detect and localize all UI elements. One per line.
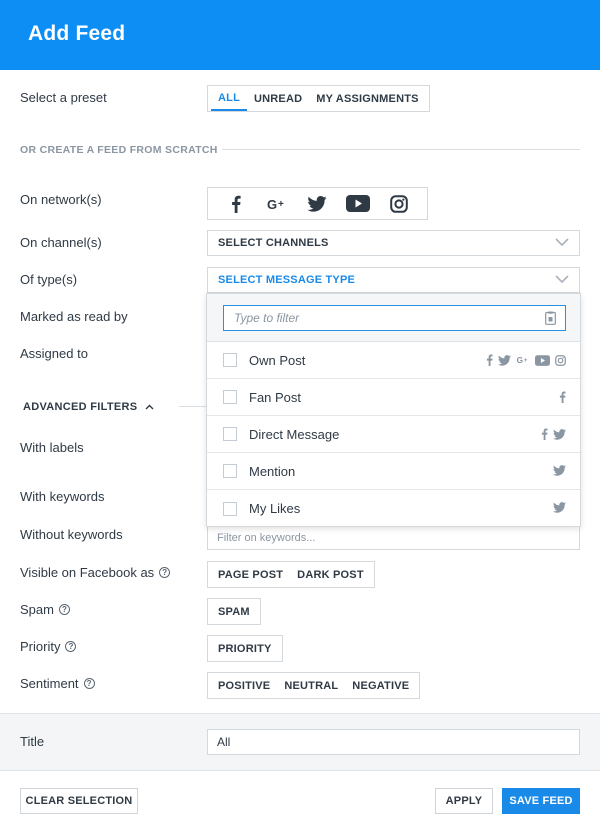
dropdown-item-direct-message[interactable]: Direct Message bbox=[207, 416, 580, 453]
checkbox[interactable] bbox=[223, 353, 237, 367]
network-label: On network(s) bbox=[20, 192, 102, 207]
option-negative[interactable]: NEGATIVE bbox=[345, 673, 416, 698]
without-keywords-label: Without keywords bbox=[20, 527, 123, 542]
dropdown-item-fan-post[interactable]: Fan Post bbox=[207, 379, 580, 416]
facebook-icon bbox=[559, 391, 566, 403]
channel-select-value: SELECT CHANNELS bbox=[218, 237, 329, 249]
title-input[interactable]: All bbox=[207, 729, 580, 755]
svg-text:+: + bbox=[278, 199, 284, 210]
facebook-icon bbox=[486, 354, 493, 366]
svg-text:G: G bbox=[267, 197, 277, 211]
network-icons bbox=[553, 465, 566, 476]
sentiment-segmented: POSITIVE NEUTRAL NEGATIVE bbox=[207, 672, 421, 699]
help-icon[interactable]: ? bbox=[159, 567, 171, 578]
youtube-icon[interactable] bbox=[346, 194, 371, 214]
advanced-divider bbox=[179, 406, 209, 407]
advanced-filters-toggle[interactable]: ADVANCED FILTERS bbox=[23, 401, 154, 413]
svg-text:+: + bbox=[524, 357, 528, 364]
type-select[interactable]: SELECT MESSAGE TYPE bbox=[207, 267, 580, 293]
chevron-down-icon bbox=[555, 238, 569, 250]
network-icons bbox=[541, 428, 566, 440]
preset-option-my-assignments[interactable]: MY ASSIGNMENTS bbox=[309, 86, 425, 111]
chevron-up-icon bbox=[145, 404, 154, 410]
network-selector: G + bbox=[207, 187, 428, 220]
scratch-heading: OR CREATE A FEED FROM SCRATCH bbox=[20, 144, 218, 156]
twitter-icon bbox=[553, 428, 566, 440]
instagram-icon[interactable] bbox=[387, 194, 411, 214]
google-plus-icon[interactable]: G + bbox=[265, 194, 289, 214]
clipboard-icon bbox=[545, 311, 556, 330]
google-plus-icon: G + bbox=[517, 356, 528, 365]
priority-label: Priority? bbox=[20, 639, 77, 654]
channel-select[interactable]: SELECT CHANNELS bbox=[207, 230, 580, 256]
dialog-header: Add Feed bbox=[0, 0, 600, 70]
chevron-down-icon bbox=[555, 275, 569, 287]
option-positive[interactable]: POSITIVE bbox=[211, 673, 277, 698]
sentiment-label: Sentiment? bbox=[20, 676, 95, 691]
apply-button[interactable]: APPLY bbox=[435, 788, 493, 814]
preset-segmented: ALL UNREAD MY ASSIGNMENTS bbox=[207, 85, 430, 112]
preset-option-unread[interactable]: UNREAD bbox=[247, 86, 309, 111]
labels-label: With labels bbox=[20, 440, 84, 455]
checkbox[interactable] bbox=[223, 501, 237, 516]
twitter-icon bbox=[553, 502, 566, 513]
dropdown-item-own-post[interactable]: Own Post G + bbox=[207, 342, 580, 379]
preset-label: Select a preset bbox=[20, 90, 107, 105]
spam-segmented: SPAM bbox=[207, 598, 261, 625]
checkbox[interactable] bbox=[223, 427, 237, 441]
option-priority[interactable]: PRIORITY bbox=[211, 636, 279, 661]
dialog-title: Add Feed bbox=[28, 22, 126, 45]
help-icon[interactable]: ? bbox=[83, 678, 95, 689]
facebook-icon bbox=[541, 428, 548, 440]
assigned-label: Assigned to bbox=[20, 346, 88, 361]
option-dark-post[interactable]: DARK POST bbox=[290, 562, 371, 587]
clear-selection-button[interactable]: CLEAR SELECTION bbox=[20, 788, 138, 814]
type-label: Of type(s) bbox=[20, 272, 78, 287]
title-label: Title bbox=[20, 734, 45, 749]
svg-text:G: G bbox=[517, 356, 523, 365]
twitter-icon bbox=[498, 354, 511, 366]
keywords-label: With keywords bbox=[20, 489, 105, 504]
checkbox[interactable] bbox=[223, 390, 237, 404]
dropdown-item-my-likes[interactable]: My Likes bbox=[207, 490, 580, 527]
youtube-icon bbox=[535, 354, 550, 366]
message-type-dropdown: Own Post G+ Fan Post Direct Message Ment… bbox=[206, 293, 581, 527]
network-icons bbox=[559, 391, 566, 403]
type-select-value: SELECT MESSAGE TYPE bbox=[218, 274, 356, 286]
dropdown-filter-area bbox=[207, 294, 580, 342]
section-divider bbox=[222, 149, 580, 150]
twitter-icon bbox=[553, 465, 566, 476]
checkbox[interactable] bbox=[223, 464, 237, 478]
network-icons bbox=[553, 502, 566, 513]
type-filter-input[interactable] bbox=[223, 305, 566, 331]
without-keywords-input[interactable]: Filter on keywords... bbox=[207, 526, 580, 550]
spam-label: Spam? bbox=[20, 602, 70, 617]
dropdown-item-mention[interactable]: Mention bbox=[207, 453, 580, 490]
read-by-label: Marked as read by bbox=[20, 309, 128, 324]
priority-segmented: PRIORITY bbox=[207, 635, 283, 662]
option-neutral[interactable]: NEUTRAL bbox=[277, 673, 345, 698]
facebook-icon[interactable] bbox=[224, 194, 248, 214]
preset-option-all[interactable]: ALL bbox=[211, 86, 247, 111]
visible-facebook-segmented: PAGE POST DARK POST bbox=[207, 561, 375, 588]
option-page-post[interactable]: PAGE POST bbox=[211, 562, 290, 587]
visible-facebook-label: Visible on Facebook as? bbox=[20, 565, 171, 580]
channel-label: On channel(s) bbox=[20, 235, 102, 250]
instagram-icon bbox=[555, 354, 566, 366]
option-spam[interactable]: SPAM bbox=[211, 599, 257, 624]
twitter-icon[interactable] bbox=[305, 194, 329, 214]
help-icon[interactable]: ? bbox=[58, 604, 70, 615]
save-feed-button[interactable]: SAVE FEED bbox=[502, 788, 580, 814]
help-icon[interactable]: ? bbox=[65, 641, 77, 652]
network-icons: G + bbox=[486, 354, 566, 366]
